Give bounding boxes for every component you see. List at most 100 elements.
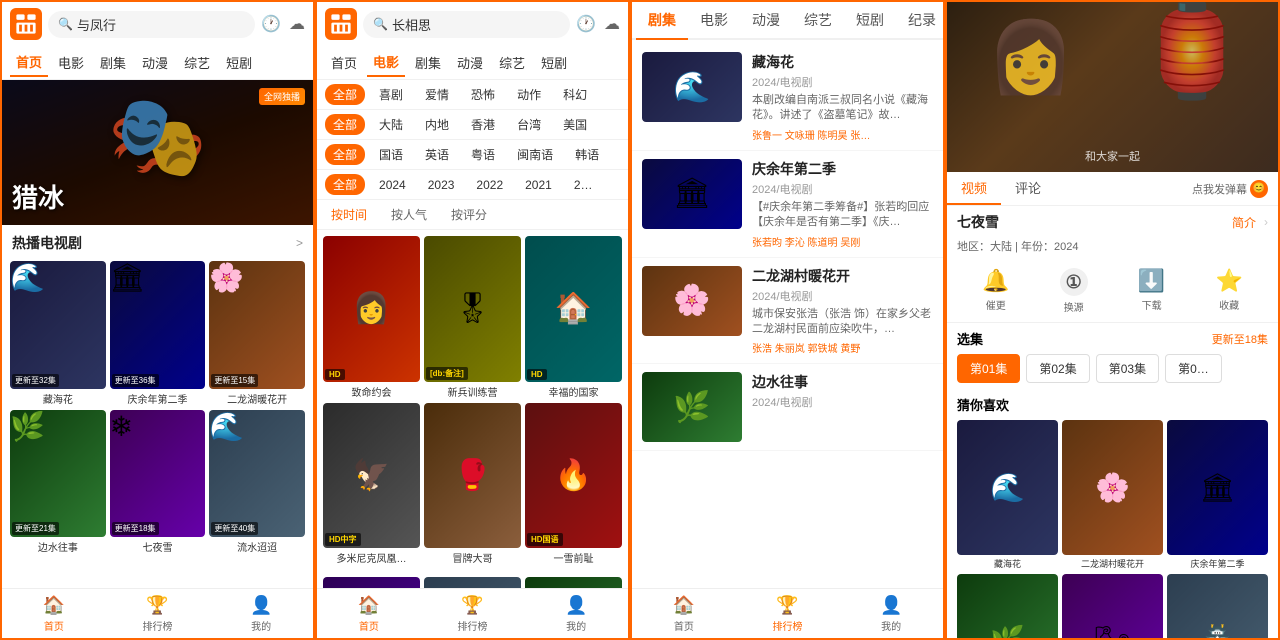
filter-tag[interactable]: 2024 bbox=[371, 176, 414, 194]
filter-tag[interactable]: 2021 bbox=[517, 176, 560, 194]
tab-movie[interactable]: 电影 bbox=[688, 2, 740, 38]
search-bar-2[interactable]: 🔍 长相思 bbox=[363, 11, 570, 38]
filter-tag[interactable]: 闽南语 bbox=[509, 144, 561, 165]
list-item[interactable]: 🏛 庆余年第二季 bbox=[1167, 420, 1268, 570]
bottom-nav-rank-2[interactable]: 🏆 排行榜 bbox=[421, 589, 525, 638]
filter-tag[interactable]: 喜剧 bbox=[371, 84, 411, 105]
tab-doc[interactable]: 纪录 bbox=[896, 2, 945, 38]
list-item[interactable]: 🌸 二龙湖村暖花开 2024/电视剧 城市保安张浩（张浩 饰）在家乡父老二龙湖村… bbox=[632, 258, 943, 365]
filter-tag[interactable]: 科幻 bbox=[555, 84, 595, 105]
cloud-icon-2[interactable]: ☁ bbox=[604, 14, 620, 34]
list-item[interactable]: 👩 HD 致命约会 bbox=[323, 236, 420, 399]
bottom-nav-rank-3[interactable]: 🏆 排行榜 bbox=[736, 589, 840, 638]
episode-btn[interactable]: 第03集 bbox=[1096, 354, 1159, 383]
filter-tag[interactable]: 韩语 bbox=[567, 144, 607, 165]
filter-tag[interactable]: 2… bbox=[566, 176, 601, 194]
bottom-nav-me-2[interactable]: 👤 我的 bbox=[524, 589, 628, 638]
list-item[interactable]: 🌸 二龙湖村暖花开 bbox=[1062, 420, 1163, 570]
nav-drama-2[interactable]: 剧集 bbox=[409, 49, 447, 76]
episodes-more[interactable]: 更新至18集 bbox=[1212, 331, 1268, 347]
bottom-nav-me-3[interactable]: 👤 我的 bbox=[839, 589, 943, 638]
nav-movie-1[interactable]: 电影 bbox=[52, 49, 90, 76]
hero-video[interactable]: 🏮 👩 和大家一起 bbox=[947, 2, 1278, 172]
bottom-nav-home-2[interactable]: 🏠 首页 bbox=[317, 589, 421, 638]
filter-tag[interactable]: 内地 bbox=[417, 114, 457, 135]
filter-tag[interactable]: 台湾 bbox=[509, 114, 549, 135]
episode-btn[interactable]: 第02集 bbox=[1026, 354, 1089, 383]
bottom-nav-home-1[interactable]: 🏠 首页 bbox=[2, 589, 106, 638]
nav-movie-2[interactable]: 电影 bbox=[367, 48, 405, 77]
nav-variety-2[interactable]: 综艺 bbox=[493, 49, 531, 76]
simple-button[interactable]: 简介 bbox=[1232, 214, 1256, 231]
nav-home-2[interactable]: 首页 bbox=[325, 49, 363, 76]
nav-anime-2[interactable]: 动漫 bbox=[451, 49, 489, 76]
bottom-nav-rank-1[interactable]: 🏆 排行榜 bbox=[106, 589, 210, 638]
tab-short[interactable]: 短剧 bbox=[844, 2, 896, 38]
list-item[interactable]: ❄ 更新至18集 七夜雪 bbox=[110, 410, 206, 555]
filter-tag[interactable]: 粤语 bbox=[463, 144, 503, 165]
cloud-icon-1[interactable]: ☁ bbox=[289, 14, 305, 34]
list-item[interactable]: 🌬 风吹半夏 bbox=[1062, 574, 1163, 638]
filter-tag[interactable]: 2023 bbox=[420, 176, 463, 194]
list-item[interactable]: 🌊 藏海花 2024/电视剧 本剧改编自南派三叔同名小说《藏海花》。讲述了《盗墓… bbox=[632, 44, 943, 151]
list-item[interactable]: 🌸 更新至15集 二龙湖暖花开 bbox=[209, 261, 305, 406]
filter-tag[interactable]: 全部 bbox=[325, 144, 365, 165]
search-bar-1[interactable]: 🔍 与凤行 bbox=[48, 11, 255, 38]
list-item[interactable]: 🗡 刀锋传说 bbox=[424, 577, 521, 588]
list-item[interactable]: 🦅 HD中字 多米尼克凤凰… bbox=[323, 403, 420, 566]
list-item[interactable]: 🌲 丛林法则 bbox=[525, 577, 622, 588]
filter-tag[interactable]: 香港 bbox=[463, 114, 503, 135]
list-item[interactable]: 🏠 HD 幸福的国家 bbox=[525, 236, 622, 399]
action-collect[interactable]: ⭐ 收藏 bbox=[1215, 268, 1242, 314]
list-item[interactable]: 🌊 更新至32集 藏海花 bbox=[10, 261, 106, 406]
list-item[interactable]: 🌊 藏海花 bbox=[957, 420, 1058, 570]
tab-comment[interactable]: 评论 bbox=[1001, 172, 1055, 205]
filter-tag[interactable]: 动作 bbox=[509, 84, 549, 105]
nav-short-1[interactable]: 短剧 bbox=[220, 49, 258, 76]
hero-banner-1[interactable]: 🎭 全网独播 猎冰 bbox=[2, 80, 313, 225]
action-urge[interactable]: 🔔 催更 bbox=[982, 268, 1009, 314]
filter-tag[interactable]: 爱情 bbox=[417, 84, 457, 105]
filter-tag[interactable]: 全部 bbox=[325, 114, 365, 135]
filter-tag[interactable]: 大陆 bbox=[371, 114, 411, 135]
nav-short-2[interactable]: 短剧 bbox=[535, 49, 573, 76]
section-more-1[interactable]: > bbox=[296, 236, 303, 250]
list-item[interactable]: 🏛 庆余年第二季 2024/电视剧 【#庆余年第二季筹备#】张若昀回应【庆余年是… bbox=[632, 151, 943, 258]
tab-video[interactable]: 视频 bbox=[947, 172, 1001, 205]
tab-anime[interactable]: 动漫 bbox=[740, 2, 792, 38]
episode-btn[interactable]: 第0… bbox=[1165, 354, 1222, 383]
sort-rating[interactable]: 按评分 bbox=[447, 204, 491, 225]
list-item[interactable]: 🌿 边水往事 bbox=[957, 574, 1058, 638]
list-item[interactable]: 🌊 更新至40集 流水迢迢 bbox=[209, 410, 305, 555]
list-item[interactable]: 🌿 边水往事 2024/电视剧 bbox=[632, 364, 943, 451]
nav-anime-1[interactable]: 动漫 bbox=[136, 49, 174, 76]
sort-popular[interactable]: 按人气 bbox=[387, 204, 431, 225]
list-item[interactable]: 🌿 更新至21集 边水往事 bbox=[10, 410, 106, 555]
action-source[interactable]: ① 换源 bbox=[1060, 268, 1088, 314]
filter-tag[interactable]: 全部 bbox=[325, 174, 365, 195]
filter-tag[interactable]: 2022 bbox=[468, 176, 511, 194]
tab-variety[interactable]: 综艺 bbox=[792, 2, 844, 38]
sort-time[interactable]: 按时间 bbox=[327, 204, 371, 225]
list-item[interactable]: 🏛 更新至36集 庆余年第二季 bbox=[110, 261, 206, 406]
filter-tag[interactable]: 美国 bbox=[555, 114, 595, 135]
filter-tag[interactable]: 国语 bbox=[371, 144, 411, 165]
list-item[interactable]: 🏯 边城往事 bbox=[1167, 574, 1268, 638]
bottom-nav-home-3[interactable]: 🏠 首页 bbox=[632, 589, 736, 638]
list-item[interactable]: 🌙 黑暗骑士 bbox=[323, 577, 420, 588]
filter-tag[interactable]: 全部 bbox=[325, 84, 365, 105]
history-icon-2[interactable]: 🕐 bbox=[576, 14, 596, 34]
bottom-nav-me-1[interactable]: 👤 我的 bbox=[209, 589, 313, 638]
action-download[interactable]: ⬇️ 下载 bbox=[1138, 268, 1165, 314]
danmu-button[interactable]: 点我发弹幕 😊 bbox=[1182, 172, 1278, 205]
list-item[interactable]: 🥊 冒牌大哥 bbox=[424, 403, 521, 566]
filter-tag[interactable]: 英语 bbox=[417, 144, 457, 165]
tab-drama[interactable]: 剧集 bbox=[636, 2, 688, 38]
list-item[interactable]: 🔥 HD国语 一雪前耻 bbox=[525, 403, 622, 566]
nav-home-1[interactable]: 首页 bbox=[10, 48, 48, 77]
filter-tag[interactable]: 恐怖 bbox=[463, 84, 503, 105]
nav-drama-1[interactable]: 剧集 bbox=[94, 49, 132, 76]
episode-btn[interactable]: 第01集 bbox=[957, 354, 1020, 383]
list-item[interactable]: 🎖 [db:备注] 新兵训练营 bbox=[424, 236, 521, 399]
history-icon-1[interactable]: 🕐 bbox=[261, 14, 281, 34]
